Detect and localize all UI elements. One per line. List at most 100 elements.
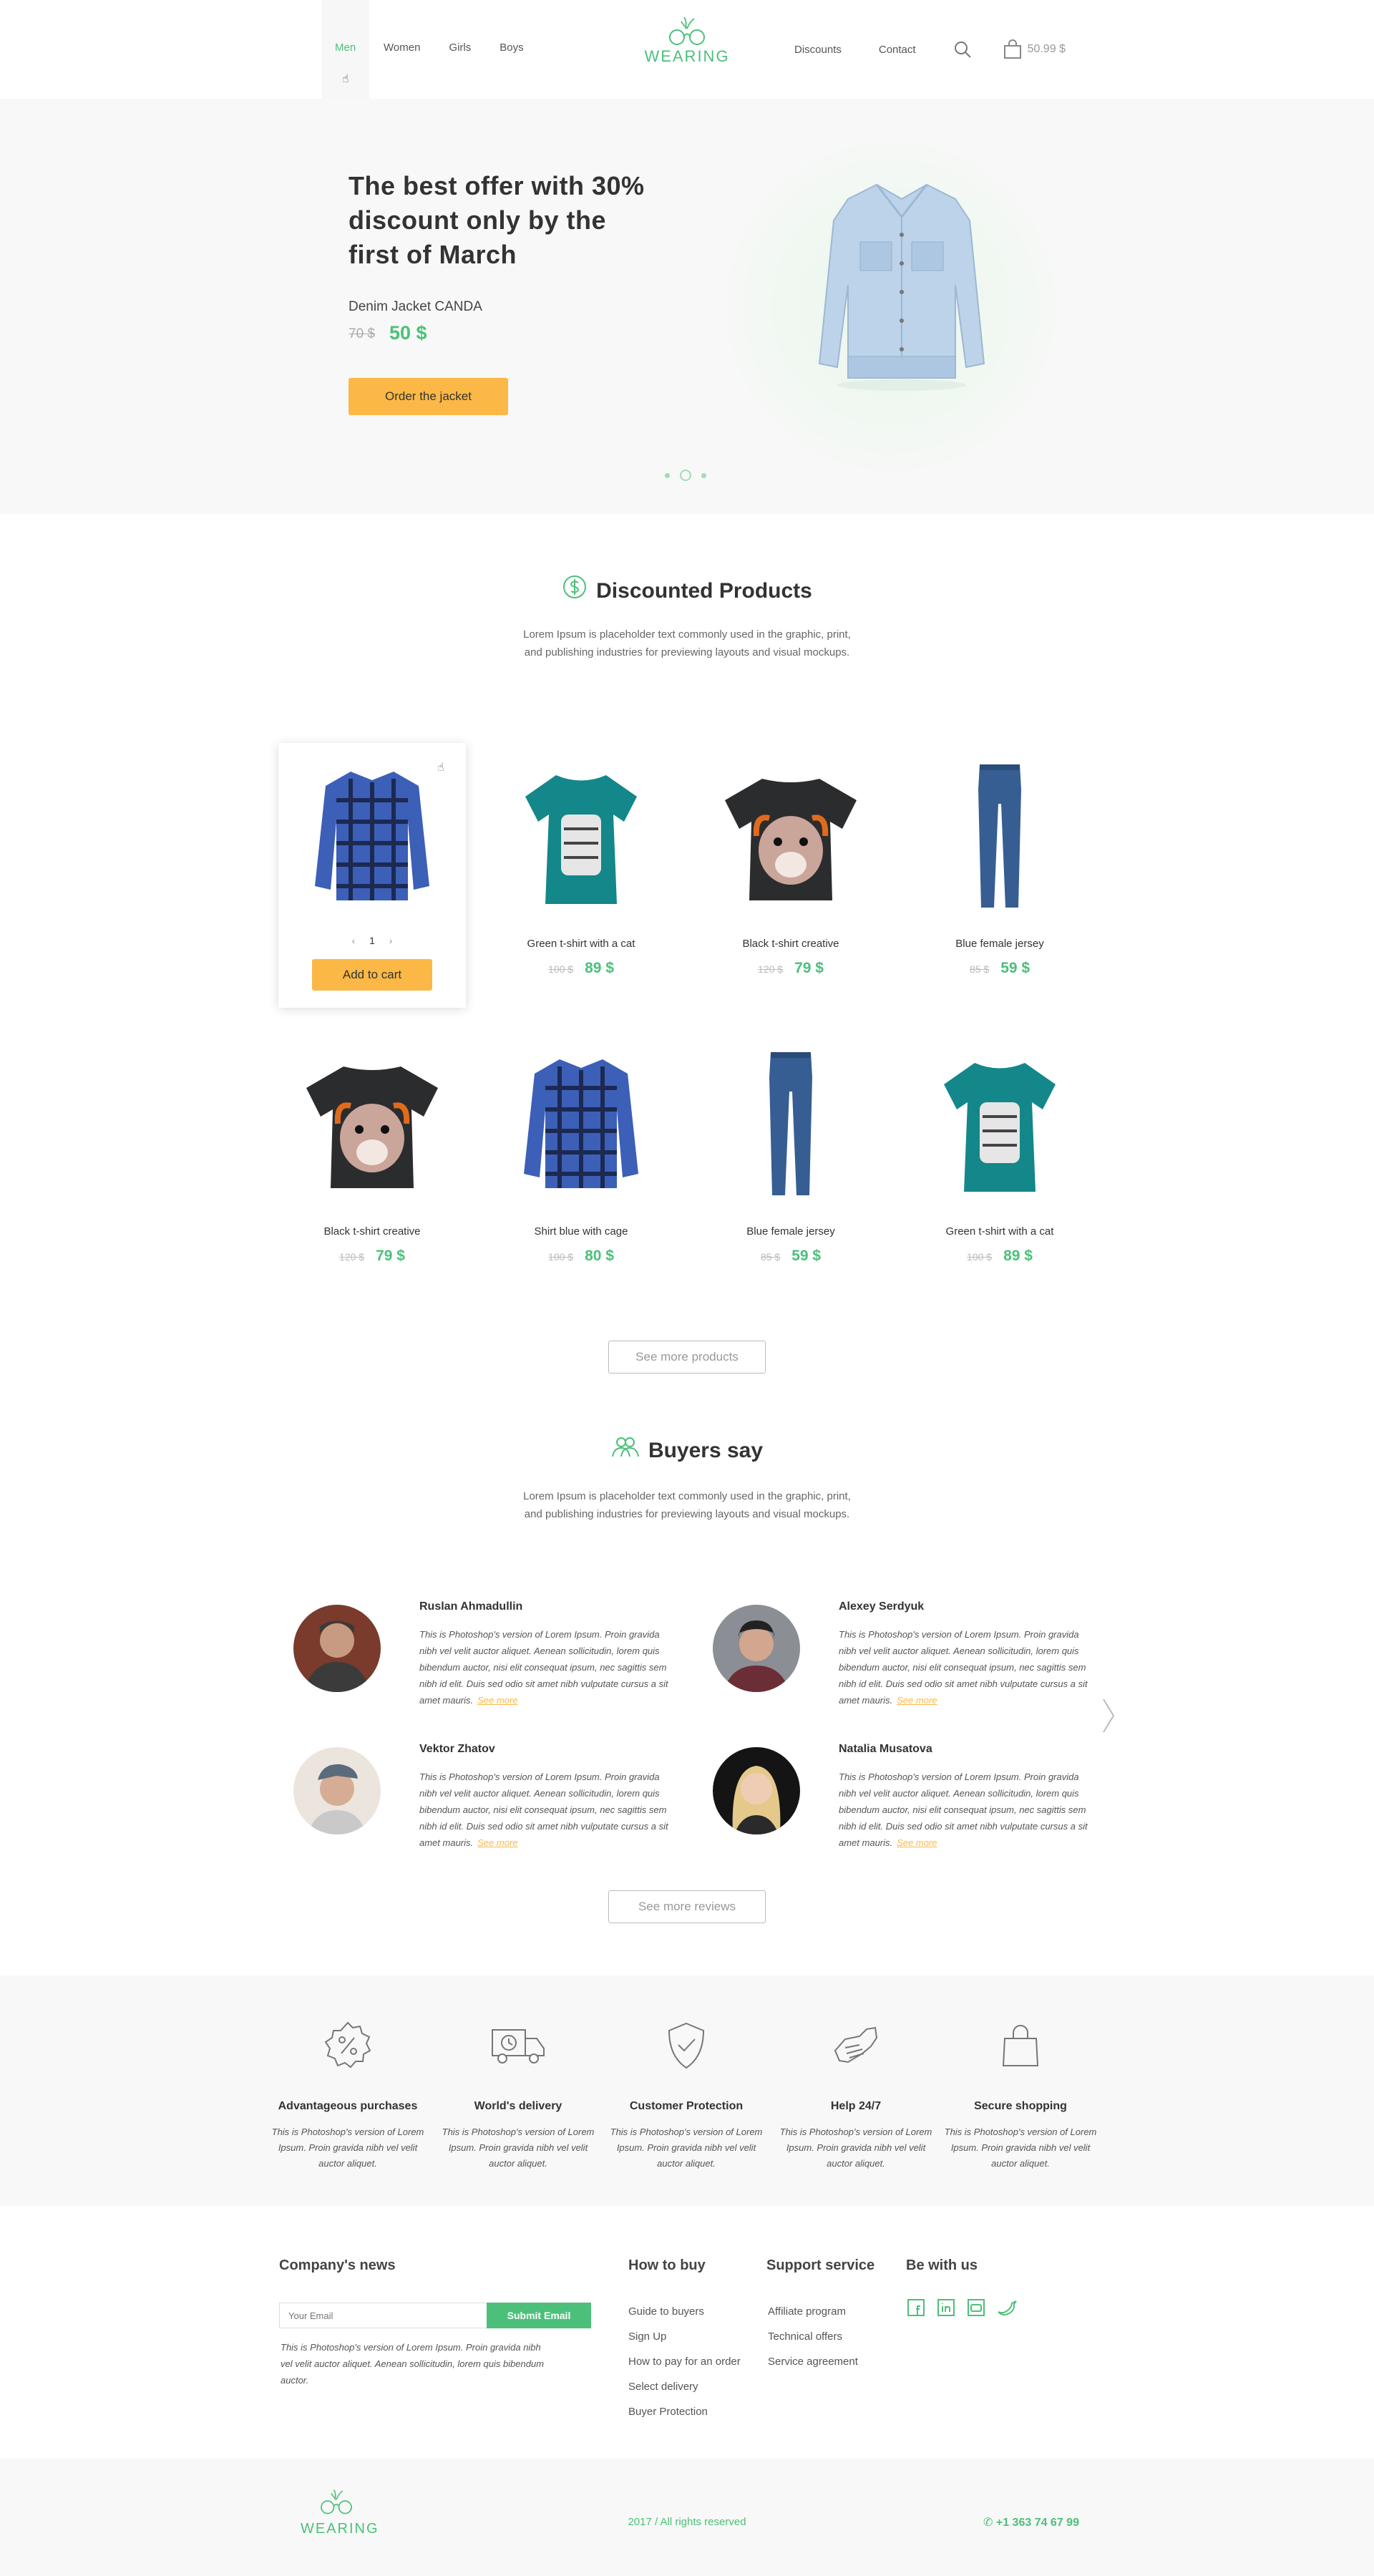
review-body: This is Photoshop's version of Lorem Ips…: [419, 1629, 668, 1706]
nav-link-discounts[interactable]: Discounts: [794, 44, 842, 56]
shield-check-icon: [605, 2018, 767, 2073]
product-name: Blue female jersey: [955, 938, 1044, 950]
youtube-icon[interactable]: [966, 2298, 986, 2318]
nav-label: Men: [335, 42, 356, 54]
feature-item: Help 24/7 This is Photoshop's version of…: [775, 2018, 937, 2172]
cart-button[interactable]: 50.99 $: [1003, 39, 1066, 59]
helping-hand-icon: [775, 2018, 937, 2073]
review-card: Ruslan Ahmadullin This is Photoshop's ve…: [293, 1600, 701, 1744]
product-prices: 100 $ 89 $: [906, 1248, 1093, 1265]
linkedin-icon[interactable]: [936, 2298, 956, 2318]
footer-link[interactable]: How to pay for an order: [628, 2349, 741, 2374]
nav-item-women[interactable]: Women: [369, 0, 434, 99]
product-prices: 100 $ 80 $: [487, 1248, 675, 1265]
see-more-link[interactable]: See more: [897, 1837, 937, 1848]
shopping-bag-icon: [1003, 39, 1021, 59]
product-card[interactable]: Black t-shirt creative 120 $ 79 $: [278, 1031, 466, 1296]
review-body: This is Photoshop's version of Lorem Ips…: [839, 1629, 1088, 1706]
review-text: This is Photoshop's version of Lorem Ips…: [839, 1626, 1096, 1709]
see-more-link[interactable]: See more: [477, 1837, 517, 1848]
quantity-value: 1: [369, 935, 375, 946]
phone-number[interactable]: ✆ +1 363 74 67 99: [983, 2515, 1079, 2529]
reviewer-name: Alexey Serdyuk: [839, 1600, 925, 1613]
footer-link[interactable]: Sign Up: [628, 2324, 741, 2349]
product-card[interactable]: Green t-shirt with a cat 100 $ 89 $: [906, 1031, 1093, 1296]
nav-item-boys[interactable]: Boys: [485, 0, 537, 99]
news-text: This is Photoshop's version of Lorem Ips…: [281, 2342, 545, 2386]
email-field[interactable]: [279, 2303, 487, 2328]
old-price: 85 $: [760, 1251, 781, 1263]
product-name: Black t-shirt creative: [323, 1225, 421, 1238]
footer-link[interactable]: Service agreement: [768, 2349, 858, 2374]
slider-dot-1[interactable]: [665, 472, 670, 478]
new-price: 79 $: [794, 960, 824, 976]
reviewer-name: Natalia Musatova: [839, 1743, 932, 1755]
hero-banner: The best offer with 30% discount only by…: [0, 99, 1374, 514]
avatar: [713, 1605, 800, 1692]
twitter-icon[interactable]: [996, 2298, 1019, 2318]
shirt-image: [301, 764, 444, 908]
product-prices: 100 $ 89 $: [487, 960, 675, 977]
product-card[interactable]: Blue female jersey 85 $ 59 $: [697, 1031, 885, 1296]
how-to-buy-links: Guide to buyers Sign Up How to pay for a…: [628, 2299, 741, 2424]
feature-title: Secure shopping: [974, 2100, 1067, 2112]
avatar: [293, 1747, 381, 1834]
support-links: Affiliate program Technical offers Servi…: [768, 2299, 858, 2374]
nav-link-contact[interactable]: Contact: [879, 44, 916, 56]
product-name: Blue female jersey: [746, 1225, 835, 1238]
new-price: 79 $: [376, 1248, 405, 1264]
footer-link[interactable]: Select delivery: [628, 2374, 741, 2399]
section-title: Discounted Products: [596, 578, 812, 603]
see-more-reviews-button[interactable]: See more reviews: [608, 1890, 766, 1923]
jeans-image: [928, 764, 1071, 908]
green-tee-image: [510, 764, 653, 908]
quantity-stepper[interactable]: ‹ 1 ›: [278, 935, 466, 946]
old-price: 120 $: [758, 963, 784, 975]
review-body: This is Photoshop's version of Lorem Ips…: [839, 1771, 1088, 1848]
product-card[interactable]: Shirt blue with cage 100 $ 80 $: [487, 1031, 675, 1296]
footer-logo[interactable]: WEARING: [301, 2487, 378, 2537]
product-card[interactable]: ☝ ‹ 1 › Add to cart: [278, 743, 466, 1008]
site-logo[interactable]: WEARING: [644, 16, 730, 66]
feature-title: Advantageous purchases: [278, 2100, 418, 2112]
glasses-logo-icon: [669, 16, 705, 45]
denim-jacket-image: [809, 178, 995, 396]
slider-dot-2[interactable]: [680, 470, 691, 481]
footer-link[interactable]: Affiliate program: [768, 2299, 858, 2324]
new-price: 89 $: [585, 960, 614, 976]
footer-link[interactable]: Buyer Protection: [628, 2399, 741, 2424]
slider-dot-3[interactable]: [701, 472, 706, 478]
footer-bar: WEARING 2017 / All rights reserved ✆ +1 …: [0, 2459, 1374, 2576]
product-card[interactable]: Green t-shirt with a cat 100 $ 89 $: [487, 743, 675, 1008]
see-more-products-button[interactable]: See more products: [608, 1341, 766, 1374]
product-name: Black t-shirt creative: [742, 938, 839, 950]
see-more-link[interactable]: See more: [897, 1695, 937, 1706]
facebook-icon[interactable]: [906, 2298, 926, 2318]
product-prices: 85 $ 59 $: [697, 1248, 885, 1265]
product-card[interactable]: Blue female jersey 85 $ 59 $: [906, 743, 1093, 1008]
product-prices: 85 $ 59 $: [906, 960, 1093, 977]
nav-item-girls[interactable]: Girls: [434, 0, 485, 99]
buyers-say-heading: Buyers say: [0, 1437, 1374, 1466]
review-card: Natalia Musatova This is Photoshop's ver…: [713, 1743, 1121, 1886]
footer-link[interactable]: Technical offers: [768, 2324, 858, 2349]
submit-email-button[interactable]: Submit Email: [487, 2303, 591, 2328]
chevron-right-icon[interactable]: [1102, 1698, 1115, 1737]
product-card[interactable]: Black t-shirt creative 120 $ 79 $: [697, 743, 885, 1008]
section-description: Lorem Ipsum is placeholder text commonly…: [523, 628, 851, 658]
search-icon[interactable]: [953, 40, 972, 59]
nav-item-men[interactable]: Men ☝: [322, 0, 369, 99]
hero-old-price: 70 $: [349, 326, 375, 341]
old-price: 100 $: [548, 963, 574, 975]
see-more-link[interactable]: See more: [477, 1695, 517, 1706]
order-jacket-button[interactable]: Order the jacket: [349, 378, 508, 415]
hand-cursor-icon: ☝: [342, 73, 349, 85]
phone-icon: ✆: [983, 2517, 996, 2529]
chevron-right-icon[interactable]: ›: [389, 935, 393, 946]
old-price: 120 $: [339, 1251, 365, 1263]
add-to-cart-button[interactable]: Add to cart: [312, 959, 432, 991]
chevron-left-icon[interactable]: ‹: [352, 935, 356, 946]
product-name: Green t-shirt with a cat: [945, 1225, 1054, 1238]
footer-link[interactable]: Guide to buyers: [628, 2299, 741, 2324]
shirt-image: [510, 1052, 653, 1195]
